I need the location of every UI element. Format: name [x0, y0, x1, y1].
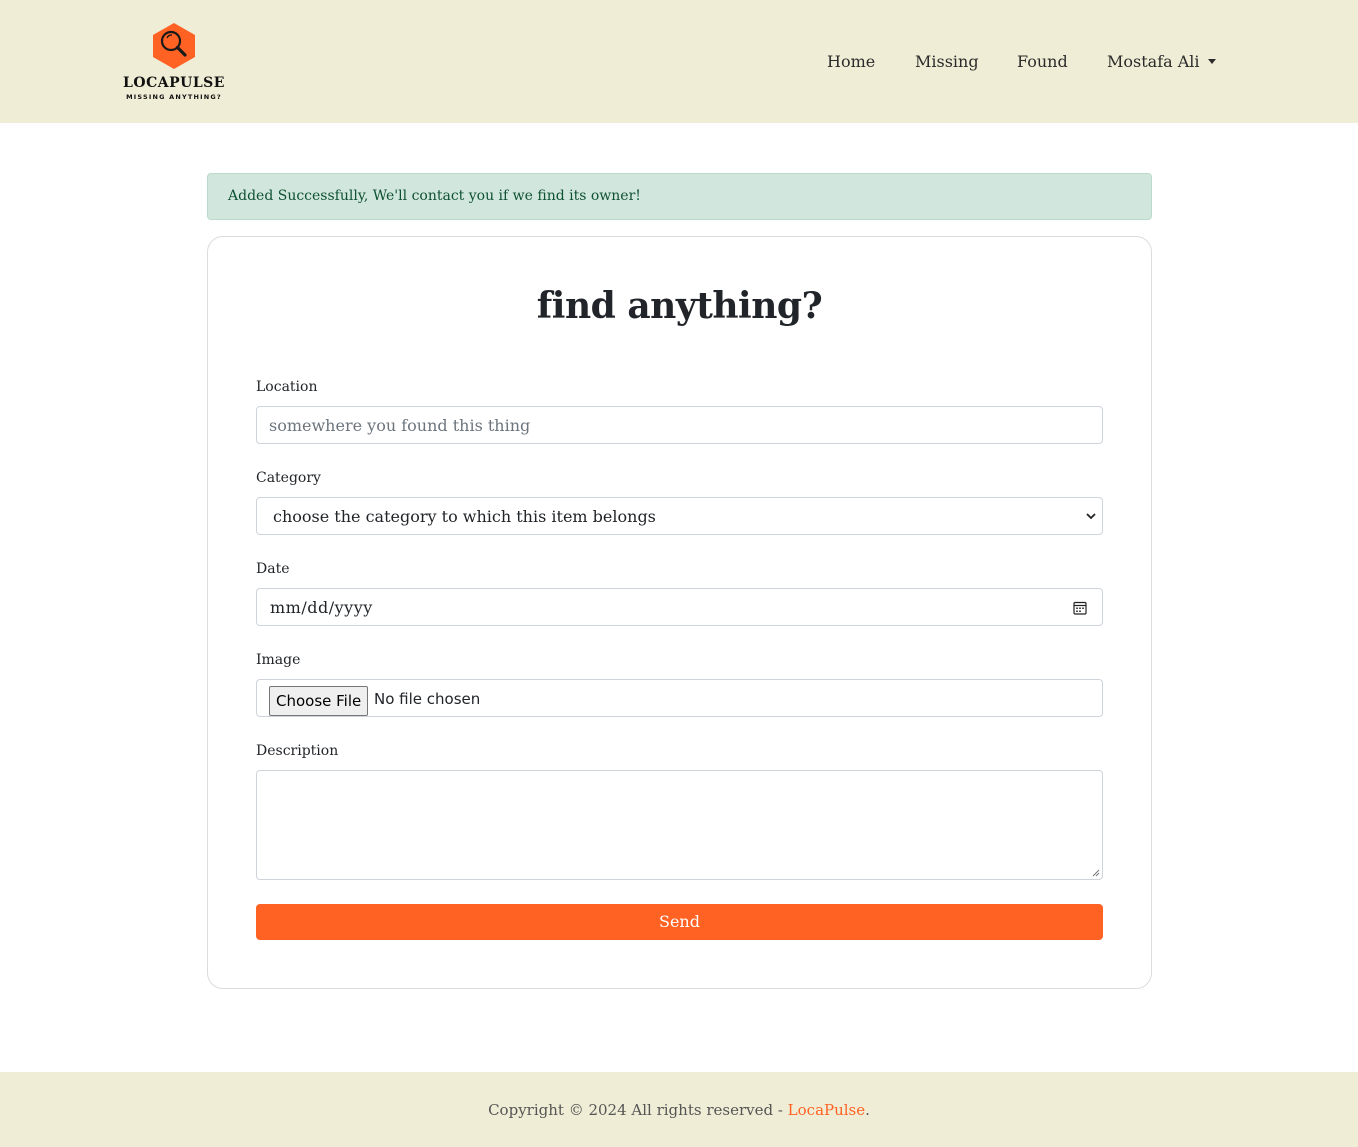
image-label: Image [256, 652, 301, 668]
footer-copyright: Copyright © 2024 All rights reserved - L… [0, 1101, 1358, 1119]
found-item-form-card: find anything? Location somewhere you fo… [207, 236, 1152, 989]
copyright-text: Copyright © 2024 All rights reserved - [488, 1101, 788, 1119]
caret-down-icon [1207, 59, 1216, 64]
category-selected-value: choose the category to which this item b… [273, 507, 656, 526]
calendar-icon[interactable] [1073, 601, 1087, 615]
brand-logo[interactable]: LOCAPULSE MISSING ANYTHING? [118, 20, 230, 104]
nav-home-link[interactable]: Home [827, 52, 875, 71]
form-title: find anything? [536, 285, 823, 327]
navbar: LOCAPULSE MISSING ANYTHING? Home Missing… [0, 0, 1358, 123]
description-textarea[interactable] [256, 770, 1103, 880]
date-input[interactable]: mm/dd/yyyy [256, 588, 1103, 626]
brand-tagline: MISSING ANYTHING? [126, 93, 222, 101]
brand-name: LOCAPULSE [123, 75, 225, 91]
category-select[interactable]: choose the category to which this item b… [256, 497, 1103, 535]
description-label: Description [256, 743, 339, 759]
footer: Copyright © 2024 All rights reserved - L… [0, 1072, 1358, 1147]
category-label: Category [256, 470, 321, 486]
nav-missing-link[interactable]: Missing [915, 52, 979, 71]
user-menu-dropdown[interactable]: Mostafa Ali [1107, 52, 1216, 71]
date-value: mm/dd/yyyy [270, 598, 373, 617]
date-label: Date [256, 561, 290, 577]
location-placeholder: somewhere you found this thing [269, 416, 531, 435]
resize-grip-icon[interactable] [1092, 869, 1100, 877]
nav-found-link[interactable]: Found [1017, 52, 1068, 71]
footer-period: . [865, 1101, 870, 1119]
location-input[interactable]: somewhere you found this thing [256, 406, 1103, 444]
success-alert: Added Successfully, We'll contact you if… [207, 173, 1152, 220]
send-button[interactable]: Send [256, 904, 1103, 940]
footer-brand-link[interactable]: LocaPulse [788, 1101, 865, 1119]
alert-message: Added Successfully, We'll contact you if… [228, 188, 641, 204]
location-label: Location [256, 379, 318, 395]
user-name: Mostafa Ali [1107, 52, 1200, 71]
file-status-text: No file chosen [374, 690, 481, 708]
magnifier-hexagon-icon [153, 23, 195, 69]
chevron-down-icon [1086, 513, 1096, 520]
image-file-input[interactable]: Choose File No file chosen [256, 679, 1103, 717]
choose-file-button[interactable]: Choose File [269, 686, 369, 716]
